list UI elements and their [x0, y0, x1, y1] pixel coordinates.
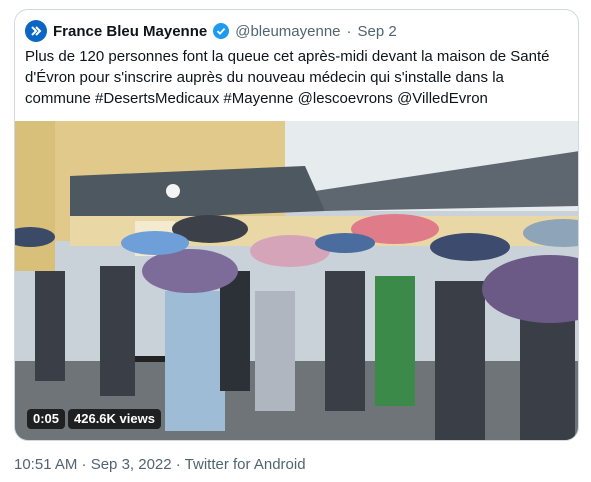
separator: · [346, 22, 352, 40]
tweet-text: Plus de 120 personnes font la queue cet … [25, 48, 550, 107]
video-thumbnail [15, 121, 578, 440]
tweet-header: France Bleu Mayenne @bleumayenne · Sep 2 [25, 20, 397, 42]
tweet-card[interactable]: France Bleu Mayenne @bleumayenne · Sep 2… [14, 9, 579, 441]
tweet-footer[interactable]: 10:51 AM · Sep 3, 2022 · Twitter for And… [14, 456, 306, 473]
verified-badge-icon [213, 23, 230, 39]
video-duration: 0:05 [27, 409, 66, 429]
tweet-date[interactable]: Sep 2 [358, 23, 397, 40]
author-handle[interactable]: @bleumayenne [235, 23, 340, 40]
france-bleu-logo-icon[interactable] [25, 20, 47, 42]
author-name[interactable]: France Bleu Mayenne [53, 23, 207, 40]
video-views: 426.6K views [68, 409, 161, 429]
video-player[interactable]: 0:05 426.6K views [15, 121, 578, 440]
